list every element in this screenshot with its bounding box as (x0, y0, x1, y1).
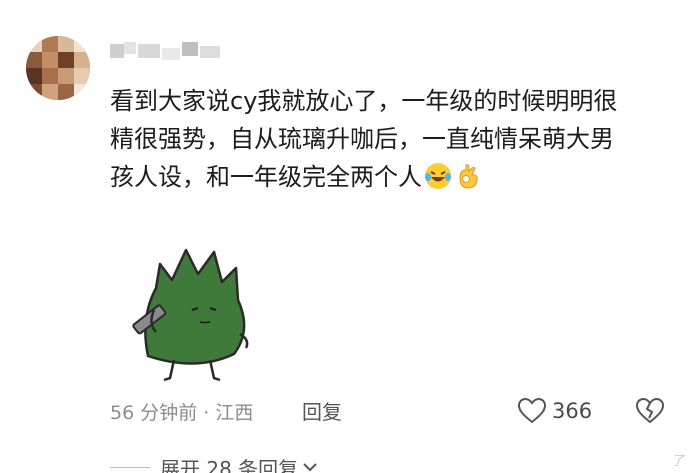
comment-line: 精很强势，自从琉璃升咖后，一直纯情呆萌大男 (110, 125, 614, 153)
avatar[interactable] (26, 36, 90, 100)
expand-replies-label: 展开 28 条回复 (160, 456, 299, 473)
sticker-green-character (132, 248, 249, 382)
chevron-down-icon (303, 463, 317, 472)
heart-icon (518, 398, 546, 424)
avatar-pixelated-image (26, 36, 90, 100)
divider-line (110, 466, 150, 468)
comment-item: 看到大家说cy我就放心了，一年级的时候明明很 精很强势，自从琉璃升咖后，一直纯情… (0, 0, 690, 473)
like-count: 366 (552, 399, 593, 423)
comment-line: 孩人设，和一年级完全两个人 (110, 163, 422, 191)
username-redacted[interactable] (110, 40, 222, 62)
comment-text: 看到大家说cy我就放心了，一年级的时候明明很 精很强势，自从琉璃升咖后，一直纯情… (110, 82, 670, 196)
comment-line: 看到大家说cy我就放心了，一年级的时候明明很 (110, 87, 618, 115)
comment-timestamp-location: 56 分钟前 · 江西 (110, 402, 254, 424)
rofl-emoji-icon (425, 163, 451, 189)
like-button[interactable]: 366 (518, 396, 592, 426)
reply-button[interactable]: 回复 (302, 396, 342, 425)
comment-line-last: 孩人设，和一年级完全两个人 (110, 158, 670, 196)
broken-heart-icon[interactable] (636, 397, 664, 425)
expand-replies-button[interactable]: 展开 28 条回复 (110, 452, 318, 473)
watermark: 了 (670, 454, 684, 469)
ok-hand-emoji-icon (459, 164, 478, 189)
